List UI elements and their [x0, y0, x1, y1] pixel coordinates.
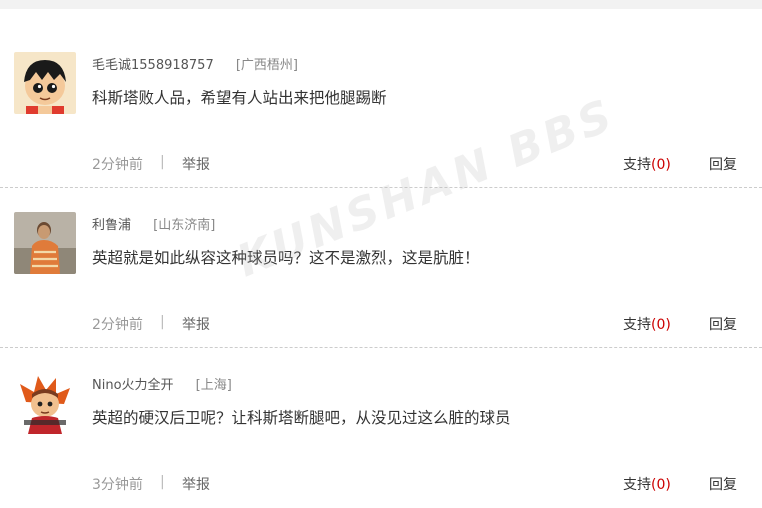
comment-time: 2分钟前 [92, 317, 143, 333]
comment-text: 科斯塔败人品，希望有人站出来把他腿踢断 [92, 89, 387, 107]
report-link[interactable]: 举报 [182, 154, 210, 174]
support-count: (0) [651, 157, 671, 173]
username[interactable]: 利鲁浦 [92, 218, 131, 233]
comment-time: 2分钟前 [92, 157, 143, 173]
comment-footer: 2分钟前 | 举报 支持(0) 回复 [0, 314, 762, 334]
comment-item: 毛毛诚1558918757 [广西梧州] 科斯塔败人品，希望有人站出来把他腿踢断… [0, 28, 762, 188]
comment-text: 英超就是如此纵容这种球员吗？这不是激烈，这是肮脏！ [92, 249, 480, 267]
footer-separator: | [160, 154, 165, 170]
footer-separator: | [160, 474, 165, 490]
comment-item: 利鲁浦 [山东济南] 英超就是如此纵容这种球员吗？这不是激烈，这是肮脏！ 2分钟… [0, 188, 762, 348]
reply-link[interactable]: 回复 [709, 314, 737, 334]
support-count: (0) [651, 317, 671, 333]
comment-meta: Nino火力全开 [上海] [92, 374, 232, 393]
comment-footer: 3分钟前 | 举报 支持(0) 回复 [0, 474, 762, 494]
username[interactable]: Nino火力全开 [92, 378, 174, 393]
footer-separator: | [160, 314, 165, 330]
support-link[interactable]: 支持(0) [623, 154, 671, 174]
cartoon-boy-avatar-icon[interactable] [14, 52, 76, 114]
user-location: [上海] [195, 378, 232, 393]
report-link[interactable]: 举报 [182, 314, 210, 334]
comment-text: 英超的硬汉后卫呢？让科斯塔断腿吧，从没见过这么脏的球员 [92, 409, 511, 427]
user-location: [广西梧州] [235, 58, 299, 73]
support-count: (0) [651, 477, 671, 493]
user-location: [山东济南] [153, 218, 216, 233]
reply-link[interactable]: 回复 [709, 474, 737, 494]
support-label: 支持 [623, 477, 651, 493]
support-link[interactable]: 支持(0) [623, 474, 671, 494]
photo-person-avatar-icon[interactable] [14, 212, 76, 274]
support-link[interactable]: 支持(0) [623, 314, 671, 334]
comment-time: 3分钟前 [92, 477, 143, 493]
username[interactable]: 毛毛诚1558918757 [92, 58, 214, 73]
comment-item: Nino火力全开 [上海] 英超的硬汉后卫呢？让科斯塔断腿吧，从没见过这么脏的球… [0, 348, 762, 508]
support-label: 支持 [623, 317, 651, 333]
comment-meta: 毛毛诚1558918757 [广西梧州] [92, 54, 298, 73]
support-label: 支持 [623, 157, 651, 173]
comment-footer: 2分钟前 | 举报 支持(0) 回复 [0, 154, 762, 174]
reply-link[interactable]: 回复 [709, 154, 737, 174]
report-link[interactable]: 举报 [182, 474, 210, 494]
cartoon-character-avatar-icon[interactable] [14, 372, 76, 434]
top-strip [0, 0, 762, 9]
comment-meta: 利鲁浦 [山东济南] [92, 214, 215, 233]
